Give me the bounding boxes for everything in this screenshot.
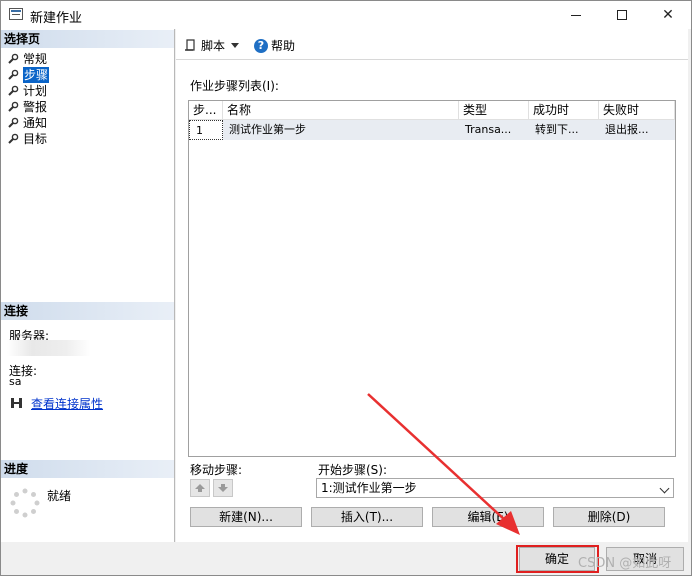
column-header-on-success[interactable]: 成功时 <box>529 101 599 119</box>
nav-label: 步骤 <box>23 67 50 83</box>
maximize-icon <box>617 10 627 20</box>
new-step-button[interactable]: 新建(N)... <box>190 507 302 527</box>
minimize-icon <box>571 14 581 16</box>
watermark: CSDN @如此呀 <box>578 556 672 571</box>
connection-header: 连接 <box>1 302 174 320</box>
nav-label: 目标 <box>23 132 48 146</box>
table-row[interactable]: 1 测试作业第一步 Transa... 转到下... 退出报... <box>189 120 675 140</box>
cell-step: 1 <box>189 120 223 140</box>
close-icon: ✕ <box>662 7 674 23</box>
column-header-name[interactable]: 名称 <box>223 101 459 119</box>
edit-step-button[interactable]: 编辑(E) <box>432 507 544 527</box>
nav-item-general[interactable]: 常规 <box>7 51 47 67</box>
nav-item-targets[interactable]: 目标 <box>7 131 47 147</box>
nav-item-steps[interactable]: 步骤 <box>7 67 50 83</box>
wrench-icon <box>8 101 19 112</box>
nav-item-schedules[interactable]: 计划 <box>7 83 47 99</box>
chevron-down-icon[interactable] <box>231 43 240 48</box>
app-icon <box>9 8 23 20</box>
wrench-icon <box>8 69 19 80</box>
move-step-label: 移动步骤: <box>190 463 243 477</box>
arrow-up-icon <box>195 484 205 492</box>
nav-label: 计划 <box>23 84 48 98</box>
delete-step-button[interactable]: 删除(D) <box>553 507 665 527</box>
steps-grid[interactable]: 步... 名称 类型 成功时 失败时 1 测试作业第一步 Transa... 转… <box>188 100 676 457</box>
arrow-down-icon <box>218 484 228 492</box>
start-step-label: 开始步骤(S): <box>318 463 388 477</box>
script-label: 脚本 <box>201 39 226 53</box>
column-header-on-failure[interactable]: 失败时 <box>599 101 675 119</box>
toolbar: 脚本 ? 帮助 <box>176 29 688 60</box>
progress-spinner-icon <box>10 488 40 518</box>
connection-properties-icon <box>11 398 22 408</box>
close-button[interactable]: ✕ <box>645 1 691 29</box>
maximize-button[interactable] <box>599 1 645 29</box>
connection-value: sa <box>9 375 22 388</box>
select-page-header: 选择页 <box>1 30 174 48</box>
help-label: 帮助 <box>271 39 296 53</box>
script-icon <box>185 38 195 51</box>
server-value-redacted <box>7 340 91 356</box>
title-bar: 新建作业 ✕ <box>1 1 691 29</box>
grid-header: 步... 名称 类型 成功时 失败时 <box>189 101 675 120</box>
column-header-type[interactable]: 类型 <box>459 101 529 119</box>
wrench-icon <box>8 85 19 96</box>
progress-header: 进度 <box>1 460 174 478</box>
cell-name: 测试作业第一步 <box>229 123 306 136</box>
nav-item-alerts[interactable]: 警报 <box>7 99 47 115</box>
steps-list-label: 作业步骤列表(I): <box>190 79 279 93</box>
window-title: 新建作业 <box>30 11 83 26</box>
wrench-icon <box>8 117 19 128</box>
left-pane: 选择页 常规 步骤 计划 警报 通知 目标 连接 服务器: 连接: sa 查看连… <box>1 29 175 542</box>
nav-label: 常规 <box>23 52 48 66</box>
help-icon: ? <box>254 38 268 53</box>
nav-label: 通知 <box>23 116 48 130</box>
move-down-button[interactable] <box>213 479 233 497</box>
nav-item-notifications[interactable]: 通知 <box>7 115 47 131</box>
nav-label: 警报 <box>23 100 48 114</box>
chevron-down-icon <box>659 483 670 494</box>
move-up-button[interactable] <box>190 479 210 497</box>
progress-status: 就绪 <box>47 489 72 503</box>
column-header-step[interactable]: 步... <box>189 101 223 119</box>
help-button[interactable]: ? 帮助 <box>254 37 295 54</box>
script-button[interactable]: 脚本 <box>184 37 240 54</box>
cell-on-success: 转到下... <box>535 123 579 136</box>
view-connection-properties-link[interactable]: 查看连接属性 <box>31 395 103 412</box>
cell-on-failure: 退出报... <box>605 123 649 136</box>
start-step-value: 1:测试作业第一步 <box>321 481 417 495</box>
steps-page: 作业步骤列表(I): 步... 名称 类型 成功时 失败时 1 测试作业第一步 … <box>176 60 688 542</box>
insert-step-button[interactable]: 插入(T)... <box>311 507 423 527</box>
start-step-select[interactable]: 1:测试作业第一步 <box>316 478 674 498</box>
wrench-icon <box>8 53 19 64</box>
wrench-icon <box>8 133 19 144</box>
cell-type: Transa... <box>465 123 512 136</box>
minimize-button[interactable] <box>553 1 599 29</box>
